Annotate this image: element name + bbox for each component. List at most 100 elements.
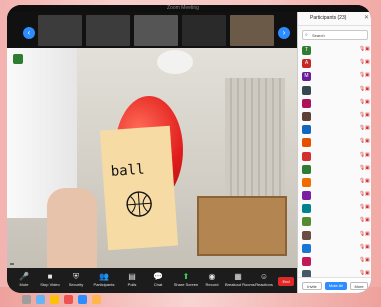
reactions-button[interactable]: ☺ Reactions [251, 272, 277, 291]
participant-row[interactable]: 🎙 ▣ [298, 215, 371, 228]
zoom-app-icon[interactable] [78, 295, 87, 304]
window-blinds [225, 78, 285, 198]
microphone-icon: 🎤 [19, 272, 29, 281]
video-off-icon[interactable]: ▣ [365, 59, 370, 65]
video-off-icon[interactable]: ▣ [365, 86, 370, 92]
video-off-icon[interactable]: ▣ [365, 46, 370, 52]
button-label: Security [68, 282, 84, 287]
button-label: Participants [93, 282, 115, 287]
video-off-icon[interactable]: ▣ [365, 244, 370, 250]
more-button[interactable]: More [350, 282, 368, 290]
speaker-name [10, 263, 14, 265]
participant-search-input[interactable]: ⌕ Search [302, 30, 368, 40]
mute-all-button[interactable]: Mute All [325, 282, 347, 290]
video-off-icon[interactable]: ▣ [365, 191, 370, 197]
video-off-icon[interactable]: ▣ [365, 152, 370, 158]
video-camera-icon: ■ [47, 272, 53, 281]
participant-thumbnail[interactable] [230, 15, 274, 46]
participant-row[interactable]: 🎙 ▣ [298, 255, 371, 268]
participant-row[interactable]: 🎙 ▣ [298, 136, 371, 149]
end-meeting-button[interactable]: End [278, 277, 294, 286]
chat-button[interactable]: 💬 Chat [145, 272, 171, 291]
button-label: Share Screen [173, 282, 199, 287]
security-badge-icon [13, 54, 23, 64]
participant-row[interactable]: 🎙 ▣ [298, 110, 371, 123]
video-off-icon[interactable]: ▣ [365, 270, 370, 276]
participant-row[interactable]: 🎙 ▣ [298, 176, 371, 189]
chat-icon: 💬 [153, 272, 163, 281]
participant-row[interactable]: 🎙 ▣ [298, 97, 371, 110]
video-off-icon[interactable]: ▣ [365, 138, 370, 144]
avatar [302, 125, 311, 135]
participant-row[interactable]: 🎙 ▣ [298, 150, 371, 163]
video-off-icon[interactable]: ▣ [365, 165, 370, 171]
breakout-rooms-icon: ▦ [234, 272, 242, 281]
mute-button[interactable]: 🎤 Mute [11, 272, 37, 291]
participant-thumbnail[interactable] [182, 15, 226, 46]
participant-row[interactable]: 🎙 ▣ [298, 163, 371, 176]
shield-icon: ⛨ [73, 272, 79, 281]
os-taskbar [0, 293, 381, 307]
avatar: T [302, 46, 311, 55]
share-screen-button[interactable]: ⬆ Share Screen [173, 272, 199, 291]
panel-title: Participants (23) [310, 15, 347, 21]
button-label: Stop Video [40, 282, 60, 287]
chrome-icon[interactable] [64, 295, 73, 304]
strip-prev-arrow-icon[interactable]: ‹ [23, 27, 35, 39]
strip-next-arrow-icon[interactable]: › [278, 27, 290, 39]
participant-row[interactable]: M 🎙 ▣ [298, 70, 371, 83]
zoom-window: Zoom Meeting ‹ › ball 🎤 Mute ■ Stop Vide… [7, 5, 371, 293]
participant-thumbnail[interactable] [38, 15, 82, 46]
video-off-icon[interactable]: ▣ [365, 257, 370, 263]
video-off-icon[interactable]: ▣ [365, 125, 370, 131]
avatar: A [302, 59, 311, 69]
participant-row[interactable]: A 🎙 ▣ [298, 57, 371, 70]
avatar [302, 138, 311, 148]
hand [47, 188, 97, 268]
avatar [302, 151, 311, 161]
security-button[interactable]: ⛨ Security [63, 272, 89, 291]
wooden-shelf [197, 196, 287, 256]
panel-header: Participants (23) ✕ [298, 12, 371, 26]
participant-row[interactable]: 🎙 ▣ [298, 84, 371, 97]
video-off-icon[interactable]: ▣ [365, 99, 370, 105]
participant-row[interactable]: 🎙 ▣ [298, 229, 371, 242]
record-button[interactable]: ◉ Record [199, 272, 225, 291]
video-off-icon[interactable]: ▣ [365, 72, 370, 78]
participant-row[interactable]: 🎙 ▣ [298, 242, 371, 255]
participant-row[interactable]: 🎙 ▣ [298, 189, 371, 202]
pinned-app-icon[interactable] [92, 295, 101, 304]
avatar [302, 191, 311, 201]
breakout-rooms-button[interactable]: ▦ Breakout Rooms [225, 272, 255, 291]
participant-thumbnail[interactable] [134, 15, 178, 46]
video-off-icon[interactable]: ▣ [365, 112, 370, 118]
video-off-icon[interactable]: ▣ [365, 178, 370, 184]
button-label: Mute [19, 282, 29, 287]
video-off-icon[interactable]: ▣ [365, 231, 370, 237]
close-icon[interactable]: ✕ [364, 14, 369, 21]
participants-button[interactable]: 👥 Participants [91, 272, 117, 291]
invite-button[interactable]: Invite [302, 282, 322, 290]
polls-button[interactable]: ▤ Polls [119, 272, 145, 291]
panel-footer: Invite Mute All More [298, 277, 371, 293]
participant-row[interactable]: 🎙 ▣ [298, 123, 371, 136]
search-taskbar-icon[interactable] [36, 295, 45, 304]
note-text: ball [110, 161, 146, 180]
video-off-icon[interactable]: ▣ [365, 217, 370, 223]
participant-row[interactable]: 🎙 ▣ [298, 202, 371, 215]
avatar: M [302, 72, 311, 82]
participant-row[interactable]: T 🎙 ▣ [298, 44, 371, 57]
participant-thumbnail[interactable] [86, 15, 130, 46]
paper-note: ball [99, 125, 179, 251]
share-screen-icon: ⬆ [182, 272, 190, 281]
ball-drawing-icon [126, 191, 152, 217]
video-off-icon[interactable]: ▣ [365, 204, 370, 210]
file-explorer-icon[interactable] [50, 295, 59, 304]
reactions-icon: ☺ [259, 272, 269, 281]
search-placeholder: Search [312, 33, 325, 38]
record-icon: ◉ [208, 272, 216, 281]
avatar [302, 217, 311, 227]
start-menu-icon[interactable] [22, 295, 31, 304]
avatar [302, 230, 311, 240]
stop-video-button[interactable]: ■ Stop Video [37, 272, 63, 291]
